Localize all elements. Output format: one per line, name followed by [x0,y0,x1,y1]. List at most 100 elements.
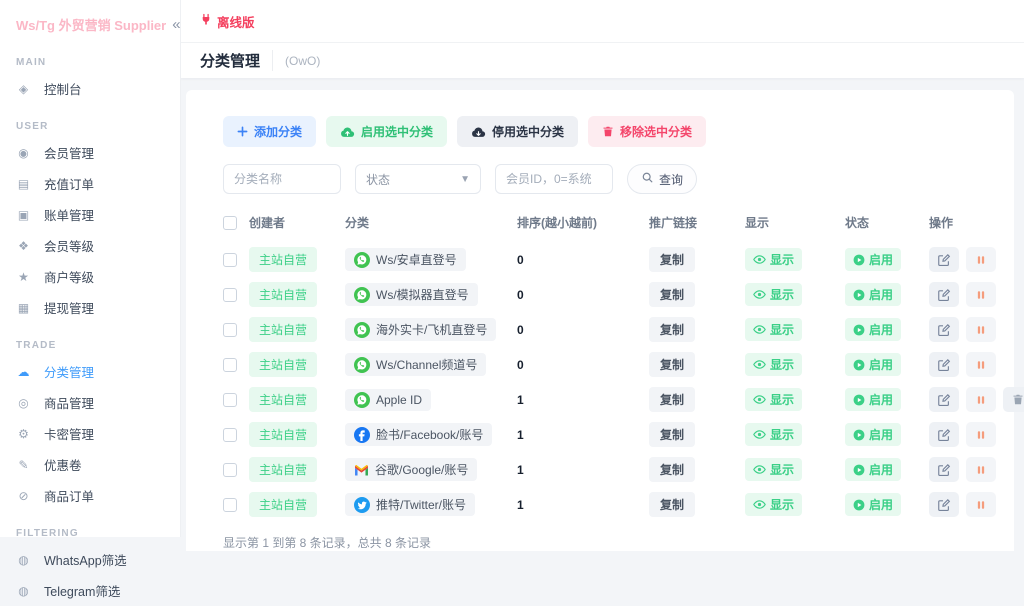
delete-button[interactable] [1003,387,1024,412]
edit-button[interactable] [929,282,959,307]
sidebar-item-卡密管理[interactable]: ⚙卡密管理 [0,418,180,449]
category-label: Ws/Channel频道号 [376,356,477,373]
copy-link-button[interactable]: 复制 [649,317,695,342]
goods-order-icon: ⊘ [16,489,31,503]
play-icon [853,394,865,406]
row-checkbox[interactable] [223,428,237,442]
play-icon [853,429,865,441]
pause-button[interactable] [966,387,996,412]
status-select-value: 状态 [366,171,390,188]
edit-icon [937,463,951,477]
category-pill: 脸书/Facebook/账号 [345,423,492,446]
category-pill: Apple ID [345,389,431,411]
category-pill: 海外实卡/飞机直登号 [345,318,496,341]
badge-label: 显示 [770,356,794,373]
remove-category-button[interactable]: 移除选中分类 [588,116,706,147]
whatsapp-icon [354,252,370,268]
badge-label: 启用 [869,391,893,408]
edit-button[interactable] [929,352,959,377]
button-label: 添加分类 [254,123,302,140]
edit-button[interactable] [929,387,959,412]
enable-category-button[interactable]: 启用选中分类 [326,116,447,147]
sidebar-item-WhatsApp筛选[interactable]: ◍WhatsApp筛选 [0,544,180,575]
edit-button[interactable] [929,317,959,342]
pause-button[interactable] [966,457,996,482]
goods-manage-icon: ◎ [16,396,31,410]
copy-link-button[interactable]: 复制 [649,282,695,307]
sidebar-item-充值订单[interactable]: ▤充值订单 [0,168,180,199]
pause-button[interactable] [966,352,996,377]
col-actions: 操作 [929,214,1000,231]
status-badge: 启用 [845,353,901,376]
sidebar-item-会员等级[interactable]: ❖会员等级 [0,230,180,261]
creator-badge: 主站自营 [249,457,317,482]
copy-link-button[interactable]: 复制 [649,457,695,482]
display-badge: 显示 [745,493,802,516]
display-badge: 显示 [745,248,802,271]
creator-badge: 主站自营 [249,247,317,272]
member-id-input[interactable] [495,164,613,194]
member-level-icon: ❖ [16,239,31,253]
select-all-checkbox[interactable] [223,216,237,230]
sort-value: 1 [517,393,524,407]
pause-button[interactable] [966,317,996,342]
sidebar-item-优惠卷[interactable]: ✎优惠卷 [0,449,180,480]
badge-label: 显示 [770,426,794,443]
copy-link-button[interactable]: 复制 [649,247,695,272]
content: 添加分类启用选中分类停用选中分类移除选中分类 状态 ▼ 查询 创建者 分类 排序… [180,78,1024,551]
category-name-input[interactable] [223,164,341,194]
pause-icon [975,464,987,476]
edit-button[interactable] [929,457,959,482]
sidebar-item-控制台[interactable]: ◈控制台 [0,73,180,104]
row-checkbox[interactable] [223,288,237,302]
table-row: 主站自营Apple ID1复制显示启用 [223,382,1000,417]
row-checkbox[interactable] [223,358,237,372]
add-category-button[interactable]: 添加分类 [223,116,316,147]
copy-link-button[interactable]: 复制 [649,352,695,377]
row-checkbox[interactable] [223,463,237,477]
display-badge: 显示 [745,423,802,446]
row-checkbox[interactable] [223,393,237,407]
sidebar-item-提现管理[interactable]: ▦提现管理 [0,292,180,323]
plus-icon [237,126,248,137]
pause-button[interactable] [966,492,996,517]
sidebar-item-label: 优惠卷 [44,455,82,474]
cardkey-manage-icon: ⚙ [16,427,31,441]
edit-button[interactable] [929,247,959,272]
chevron-down-icon: ▼ [460,174,470,185]
offline-label: 离线版 [217,12,255,31]
table-row: 主站自营Ws/Channel频道号0复制显示启用 [223,347,1000,382]
sidebar-item-分类管理[interactable]: ☁分类管理 [0,356,180,387]
telegram-filter-icon: ◍ [16,584,31,598]
page-subtitle: (OwO) [285,54,320,68]
edit-button[interactable] [929,492,959,517]
sidebar-item-会员管理[interactable]: ◉会员管理 [0,137,180,168]
row-checkbox[interactable] [223,323,237,337]
sidebar-item-商品管理[interactable]: ◎商品管理 [0,387,180,418]
pause-button[interactable] [966,282,996,307]
copy-link-button[interactable]: 复制 [649,422,695,447]
sidebar-item-Telegram筛选[interactable]: ◍Telegram筛选 [0,575,180,606]
sidebar-item-商品订单[interactable]: ⊘商品订单 [0,480,180,511]
edit-button[interactable] [929,422,959,447]
sidebar-collapse-icon[interactable]: « [172,16,180,33]
sidebar-item-商户等级[interactable]: ★商户等级 [0,261,180,292]
status-select[interactable]: 状态 ▼ [355,164,481,194]
search-button[interactable]: 查询 [627,164,697,194]
page-title: 分类管理 [200,50,273,71]
creator-badge: 主站自营 [249,387,317,412]
sidebar-item-账单管理[interactable]: ▣账单管理 [0,199,180,230]
gmail-icon [354,464,369,476]
sort-value: 1 [517,498,524,512]
category-pill: Ws/模拟器直登号 [345,283,478,306]
pause-icon [975,254,987,266]
disable-category-button[interactable]: 停用选中分类 [457,116,578,147]
pause-button[interactable] [966,422,996,447]
copy-link-button[interactable]: 复制 [649,492,695,517]
row-checkbox[interactable] [223,253,237,267]
display-badge: 显示 [745,458,802,481]
pause-button[interactable] [966,247,996,272]
category-pill: 谷歌/Google/账号 [345,458,477,481]
copy-link-button[interactable]: 复制 [649,387,695,412]
row-checkbox[interactable] [223,498,237,512]
